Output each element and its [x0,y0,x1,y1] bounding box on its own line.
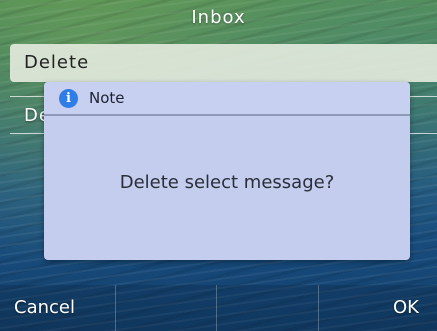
softkey-3[interactable] [217,285,319,331]
ok-softkey[interactable]: OK [319,285,437,331]
dialog-header: i Note [44,82,410,116]
page-title: Inbox [191,7,246,28]
dialog-message: Delete select message? [119,172,335,193]
cancel-softkey[interactable]: Cancel [0,285,116,331]
softkey-bar: Cancel OK [0,285,437,331]
info-icon: i [59,89,78,108]
menu-item-delete[interactable]: Delete [10,44,437,82]
dialog-title: Note [89,89,125,107]
menu-item-label: Delete [24,52,90,73]
softkey-2[interactable] [116,285,217,331]
confirm-dialog: i Note Delete select message? [44,82,410,260]
